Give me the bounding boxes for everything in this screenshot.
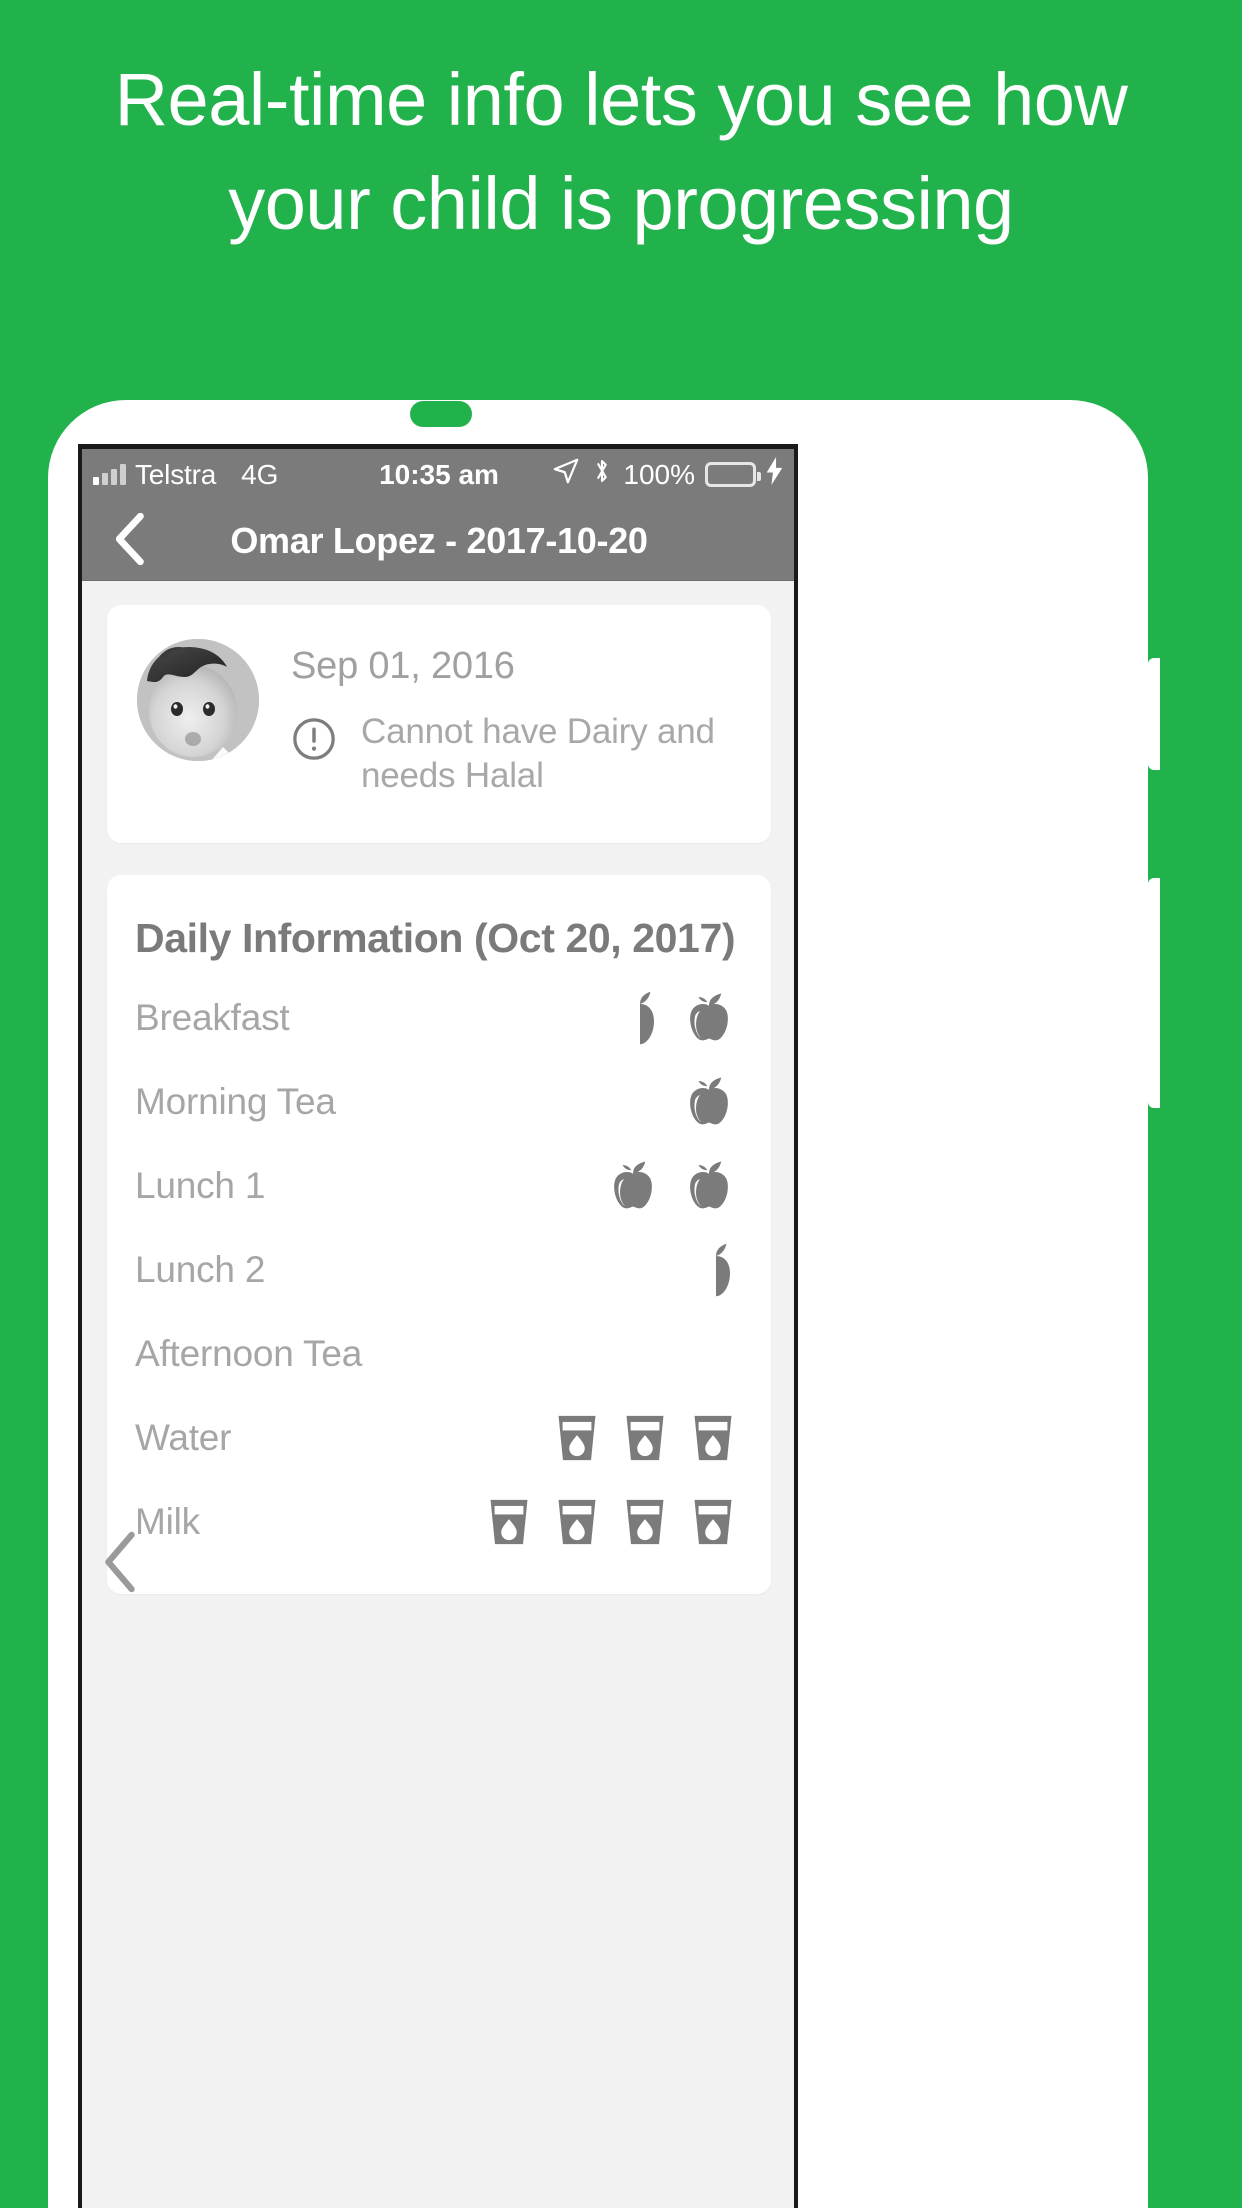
meal-row[interactable]: Lunch 1 — [135, 1144, 743, 1228]
location-arrow-icon — [551, 456, 581, 493]
status-bar-left: Telstra 4G — [93, 459, 278, 491]
meal-row[interactable]: Afternoon Tea — [135, 1312, 743, 1396]
daily-information-title: Daily Information (Oct 20, 2017) — [135, 915, 736, 961]
signal-bars-icon — [93, 464, 126, 485]
meal-icon-group — [605, 1158, 743, 1214]
phone-speaker-icon — [363, 337, 520, 358]
avatar — [137, 639, 259, 761]
meal-row[interactable]: Breakfast — [135, 976, 743, 1060]
glass-icon — [689, 1410, 737, 1466]
meal-row[interactable]: Water — [135, 1396, 743, 1480]
meal-icon-group — [485, 1494, 743, 1550]
half-apple-icon — [695, 1242, 737, 1298]
phone-side-button-upper — [1148, 658, 1160, 770]
screen-content: Sep 01, 2016 Cannot have Dairy and needs… — [81, 581, 797, 2208]
meal-icon-group — [695, 1242, 743, 1298]
phone-camera-icon — [177, 328, 221, 372]
chevron-left-icon — [112, 512, 146, 570]
battery-icon — [705, 462, 761, 487]
dietary-alert-text: Cannot have Dairy and needs Halal — [361, 712, 715, 795]
daily-information-card: Daily Information (Oct 20, 2017) Breakfa… — [107, 875, 771, 1594]
apple-icon — [681, 990, 737, 1046]
screen-bezel-top — [78, 444, 798, 449]
phone-side-button-lower — [1148, 878, 1160, 1108]
apple-icon — [681, 1158, 737, 1214]
screen-bezel-right — [794, 447, 798, 2208]
glass-icon — [621, 1410, 669, 1466]
apple-icon — [605, 1158, 661, 1214]
glass-icon — [553, 1410, 601, 1466]
meal-label: Morning Tea — [135, 1081, 336, 1122]
carousel-prev-button[interactable] — [100, 1531, 140, 1593]
battery-percent-label: 100% — [623, 458, 695, 490]
apple-icon — [681, 1074, 737, 1130]
glass-icon — [689, 1494, 737, 1550]
carrier-label: Telstra — [135, 458, 217, 490]
status-bar-right: 100% — [551, 456, 783, 493]
phone-home-pill — [410, 401, 472, 427]
child-profile-card[interactable]: Sep 01, 2016 Cannot have Dairy and needs… — [107, 605, 771, 843]
back-button[interactable] — [103, 512, 155, 570]
glass-icon — [485, 1494, 533, 1550]
meal-icon-group — [553, 1410, 743, 1466]
exclamation-circle-icon — [291, 716, 337, 767]
glass-icon — [553, 1494, 601, 1550]
profile-details: Sep 01, 2016 Cannot have Dairy and needs… — [291, 639, 741, 798]
meal-label: Lunch 2 — [135, 1249, 266, 1290]
meal-row[interactable]: Milk — [135, 1480, 743, 1564]
status-bar: Telstra 4G 10:35 am 100% — [81, 447, 797, 502]
meal-label: Milk — [135, 1501, 200, 1542]
dietary-alert: Cannot have Dairy and needs Halal — [291, 710, 741, 798]
meal-row[interactable]: Lunch 2 — [135, 1228, 743, 1312]
date-of-birth: Sep 01, 2016 — [291, 645, 515, 687]
page-headline: Real-time info lets you see how your chi… — [114, 58, 1128, 245]
bluetooth-icon — [591, 456, 613, 493]
meal-label: Afternoon Tea — [135, 1333, 363, 1374]
chevron-left-icon — [100, 1531, 140, 1597]
meal-icon-group — [619, 990, 743, 1046]
meal-label: Lunch 1 — [135, 1165, 266, 1206]
meal-label: Water — [135, 1417, 232, 1458]
phone-screen: Telstra 4G 10:35 am 100% Omar Lopez - 20… — [81, 447, 797, 2208]
navigation-bar: Omar Lopez - 2017-10-20 — [81, 502, 797, 581]
half-apple-icon — [619, 990, 661, 1046]
meal-icon-group — [681, 1074, 743, 1130]
screen-bezel-left — [78, 447, 82, 2208]
network-type-label: 4G — [241, 458, 279, 490]
glass-icon — [621, 1494, 669, 1550]
page-title: Omar Lopez - 2017-10-20 — [230, 520, 648, 561]
meal-label: Breakfast — [135, 997, 290, 1038]
charging-bolt-icon — [766, 457, 783, 492]
meal-row[interactable]: Morning Tea — [135, 1060, 743, 1144]
